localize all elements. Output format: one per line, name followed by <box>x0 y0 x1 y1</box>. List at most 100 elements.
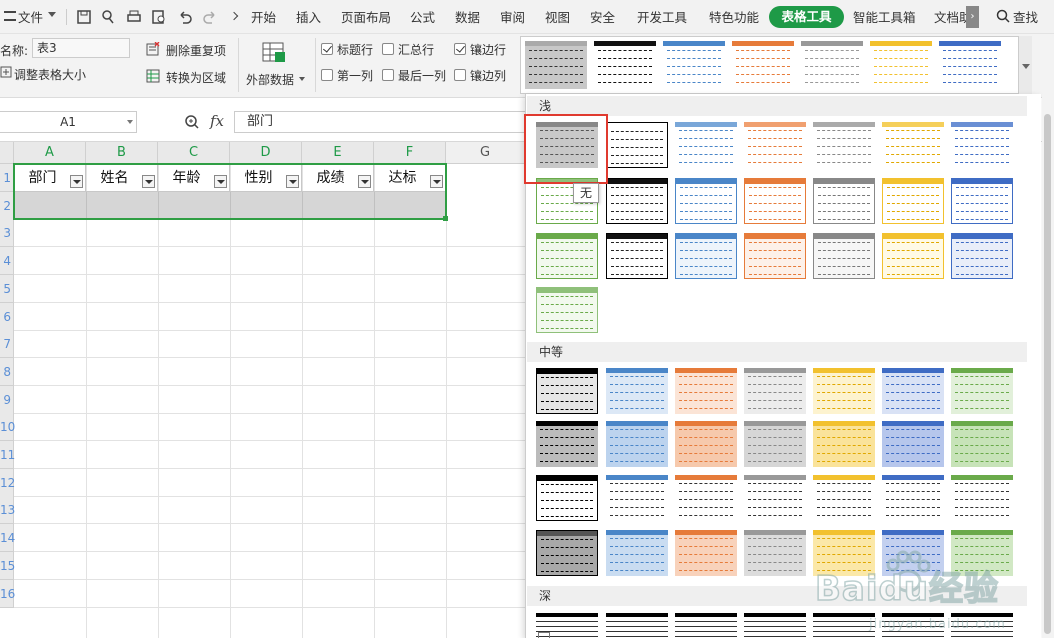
table-style-dark-2[interactable] <box>606 613 668 638</box>
print-preview-icon[interactable] <box>151 9 167 25</box>
table-style-medium-20[interactable] <box>882 475 944 521</box>
row-header[interactable]: 3 <box>0 219 14 248</box>
row-header[interactable]: 11 <box>0 441 15 469</box>
table-style-medium-21[interactable] <box>951 475 1013 521</box>
fill-handle[interactable] <box>443 216 448 221</box>
row-header[interactable]: 5 <box>0 274 14 303</box>
ribbon-style-option-4[interactable] <box>732 41 794 89</box>
ribbon-style-option-5[interactable] <box>801 41 863 89</box>
format-painter-icon[interactable] <box>101 9 117 25</box>
total-row-checkbox[interactable] <box>382 43 394 55</box>
header-row-checkbox[interactable] <box>321 43 333 55</box>
ribbon-style-option-2[interactable] <box>594 41 656 89</box>
table-style-light-12[interactable] <box>813 178 875 224</box>
table-style-light-11[interactable] <box>744 178 806 224</box>
column-header-a[interactable]: A <box>14 142 86 164</box>
table-style-medium-3[interactable] <box>675 368 737 414</box>
tab-data[interactable]: 数据 <box>455 9 480 27</box>
column-header-b[interactable]: B <box>86 142 158 164</box>
external-data-button[interactable]: 外部数据 <box>246 71 294 88</box>
table-style-medium-17[interactable] <box>675 475 737 521</box>
table-style-light-6[interactable] <box>882 122 944 168</box>
select-all-corner[interactable] <box>0 142 14 164</box>
ribbon-style-option-6[interactable] <box>870 41 932 89</box>
table-style-light-4[interactable] <box>744 122 806 168</box>
row-header[interactable]: 10 <box>0 413 15 442</box>
row-header[interactable]: 4 <box>0 247 14 276</box>
table-name-input[interactable]: 表3 <box>32 38 130 58</box>
table-style-medium-16[interactable] <box>606 475 668 521</box>
row-header[interactable]: 15 <box>0 551 15 580</box>
table-style-light-14[interactable] <box>951 178 1013 224</box>
row-header[interactable]: 2 <box>0 191 14 220</box>
print-icon[interactable] <box>126 9 142 25</box>
row-header[interactable]: 8 <box>0 357 14 386</box>
table-style-dark-4[interactable] <box>744 613 806 638</box>
file-menu[interactable]: 文件 <box>18 9 43 27</box>
table-style-light-22[interactable] <box>536 287 598 333</box>
table-style-medium-7[interactable] <box>951 368 1013 414</box>
menu-icon[interactable] <box>4 11 16 21</box>
tab-security[interactable]: 安全 <box>590 9 615 27</box>
row-header[interactable]: 12 <box>0 468 15 497</box>
tab-review[interactable]: 审阅 <box>500 9 525 27</box>
row-header[interactable]: 6 <box>0 302 14 331</box>
table-style-medium-15[interactable] <box>536 475 598 521</box>
table-style-medium-10[interactable] <box>675 421 737 467</box>
column-header-d[interactable]: D <box>230 142 302 164</box>
table-style-medium-14[interactable] <box>951 421 1013 467</box>
table-style-medium-2[interactable] <box>606 368 668 414</box>
table-style-light-18[interactable] <box>744 233 806 279</box>
table-style-light-10[interactable] <box>675 178 737 224</box>
column-header-g[interactable]: G <box>446 142 525 164</box>
ribbon-style-option-7[interactable] <box>939 41 1001 89</box>
fx-button[interactable]: fx <box>210 112 224 130</box>
table-style-medium-1[interactable] <box>536 368 598 414</box>
tab-special[interactable]: 特色功能 <box>709 9 759 27</box>
table-style-light-13[interactable] <box>882 178 944 224</box>
ribbon-style-option-3[interactable] <box>663 41 725 89</box>
table-style-dark-3[interactable] <box>675 613 737 638</box>
chevron-down-icon[interactable] <box>299 77 305 81</box>
formula-input[interactable]: 部门 <box>234 111 534 133</box>
table-style-medium-23[interactable] <box>606 530 668 576</box>
tab-developer[interactable]: 开发工具 <box>637 9 687 27</box>
column-header-f[interactable]: F <box>374 142 446 164</box>
row-header[interactable]: 9 <box>0 385 14 414</box>
tab-smart-toolbox[interactable]: 智能工具箱 <box>853 9 916 27</box>
panel-scrollbar[interactable] <box>1042 94 1054 638</box>
new-style-row[interactable] <box>538 632 550 638</box>
table-style-medium-12[interactable] <box>813 421 875 467</box>
tab-scroll-right-button[interactable]: › <box>966 6 979 28</box>
table-style-light-5[interactable] <box>813 122 875 168</box>
table-style-light-20[interactable] <box>882 233 944 279</box>
row-header[interactable]: 14 <box>0 524 15 553</box>
column-header-e[interactable]: E <box>302 142 374 164</box>
tab-page-layout[interactable]: 页面布局 <box>341 9 391 27</box>
convert-to-range-button[interactable]: 转换为区域 <box>166 69 226 86</box>
table-style-medium-9[interactable] <box>606 421 668 467</box>
table-style-medium-13[interactable] <box>882 421 944 467</box>
ribbon-style-option-1[interactable] <box>525 41 587 89</box>
save-icon[interactable] <box>76 9 92 25</box>
undo-icon[interactable] <box>177 9 193 25</box>
redo-icon[interactable] <box>202 9 218 25</box>
table-style-medium-22[interactable] <box>536 530 598 576</box>
table-style-medium-5[interactable] <box>813 368 875 414</box>
table-style-medium-11[interactable] <box>744 421 806 467</box>
tab-home[interactable]: 开始 <box>251 9 276 27</box>
row-header[interactable]: 13 <box>0 496 15 525</box>
table-style-light-15[interactable] <box>536 233 598 279</box>
table-style-light-16[interactable] <box>606 233 668 279</box>
scrollbar-thumb[interactable] <box>1044 114 1051 634</box>
table-style-medium-6[interactable] <box>882 368 944 414</box>
tab-view[interactable]: 视图 <box>545 9 570 27</box>
table-style-medium-4[interactable] <box>744 368 806 414</box>
gallery-expand-button[interactable] <box>1018 36 1032 94</box>
tab-insert[interactable]: 插入 <box>296 9 321 27</box>
chevron-down-icon[interactable] <box>127 120 133 124</box>
table-style-light-3[interactable] <box>675 122 737 168</box>
zoom-icon[interactable] <box>184 114 200 130</box>
remove-duplicates-button[interactable]: 删除重复项 <box>166 42 226 59</box>
row-header[interactable]: 1 <box>0 164 14 192</box>
